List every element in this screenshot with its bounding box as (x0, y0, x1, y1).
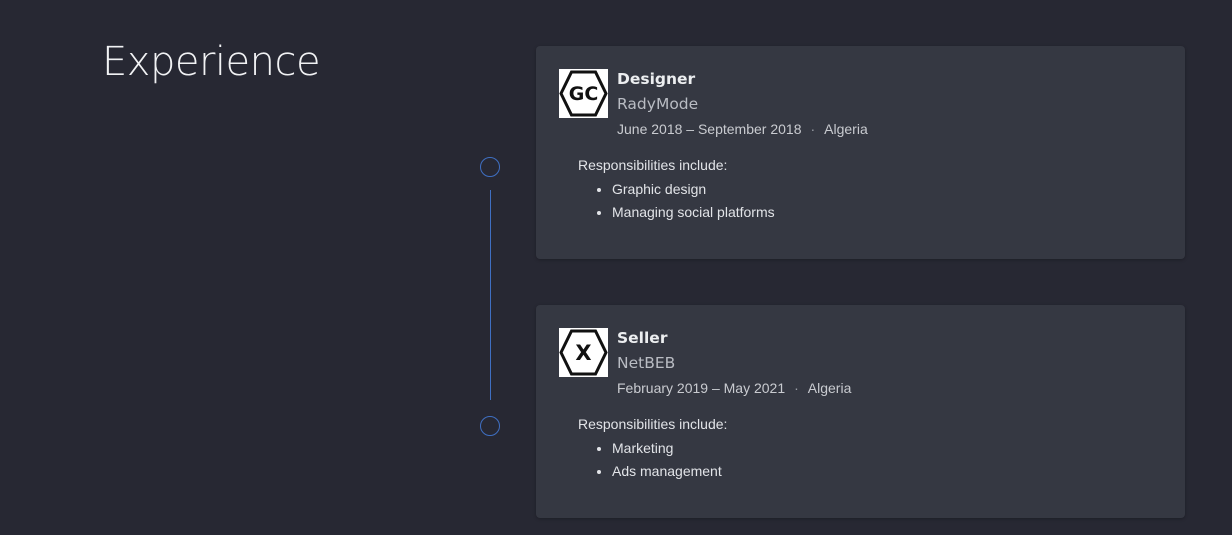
job-meta: June 2018 – September 2018 · Algeria (617, 121, 868, 137)
company-logo-icon: X (559, 328, 608, 377)
responsibilities-list: Graphic design Managing social platforms (578, 178, 775, 223)
meta-separator: · (794, 380, 799, 396)
company-logo-text: GC (569, 83, 599, 105)
job-title: Designer (617, 70, 696, 88)
company-name: NetBEB (617, 354, 676, 372)
experience-card: X Seller NetBEB February 2019 – May 2021… (536, 305, 1185, 518)
company-logo-icon: GC (559, 69, 608, 118)
job-dates: June 2018 – September 2018 (617, 121, 802, 137)
responsibilities-list: Marketing Ads management (578, 437, 722, 482)
responsibilities-intro: Responsibilities include: (578, 416, 728, 432)
responsibility-item: Graphic design (612, 178, 775, 201)
meta-separator: · (810, 121, 816, 137)
job-location: Algeria (807, 380, 852, 396)
job-title: Seller (617, 329, 668, 347)
experience-card: GC Designer RadyMode June 2018 – Septemb… (536, 46, 1185, 259)
timeline-dot (480, 416, 500, 436)
section-title: Experience (102, 39, 321, 85)
responsibility-item: Ads management (612, 460, 722, 483)
timeline-dot (480, 157, 500, 177)
company-logo-text: X (575, 341, 591, 365)
company-name: RadyMode (617, 95, 699, 113)
timeline-line (490, 190, 491, 400)
job-dates: February 2019 – May 2021 (617, 380, 786, 396)
responsibilities-intro: Responsibilities include: (578, 157, 728, 173)
responsibility-item: Managing social platforms (612, 201, 775, 224)
job-location: Algeria (824, 121, 868, 137)
responsibility-item: Marketing (612, 437, 722, 460)
job-meta: February 2019 – May 2021 · Algeria (617, 380, 851, 396)
